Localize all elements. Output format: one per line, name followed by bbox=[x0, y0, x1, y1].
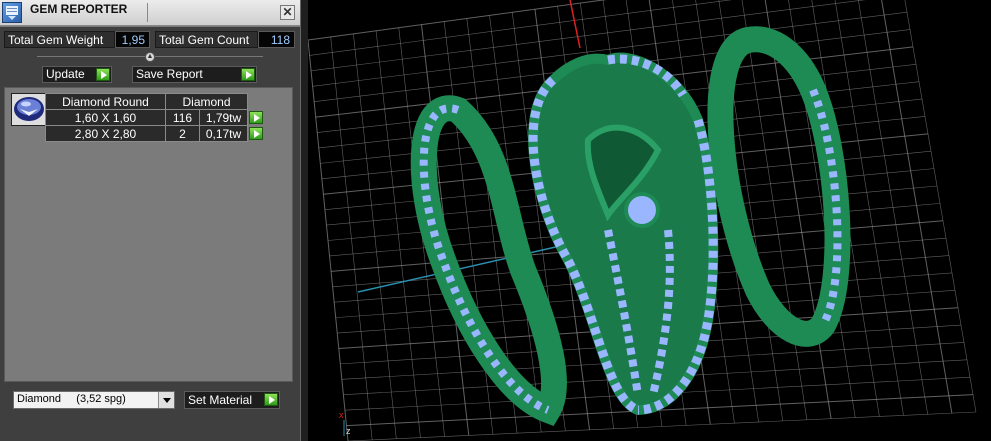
gem-count: 2 bbox=[165, 125, 200, 142]
gem-report-area: Diamond Round Diamond 1,60 X 1,60 116 1,… bbox=[4, 87, 293, 382]
title-separator bbox=[147, 3, 148, 22]
z-axis-label: z bbox=[346, 426, 351, 436]
set-material-button[interactable]: Set Material bbox=[184, 391, 280, 409]
viewport-canvas[interactable]: x z bbox=[308, 0, 991, 441]
update-button[interactable]: Update bbox=[42, 66, 112, 83]
gem-reporter-app-icon bbox=[2, 2, 22, 23]
x-axis-line bbox=[569, 0, 581, 49]
title-bar: GEM REPORTER ✕ bbox=[0, 0, 300, 26]
total-gem-weight-label: Total Gem Weight bbox=[4, 31, 115, 48]
gem-reporter-panel: GEM REPORTER ✕ Total Gem Weight 1,95 Tot… bbox=[0, 0, 300, 441]
select-row-arrow-icon[interactable] bbox=[249, 110, 263, 124]
gem-count: 116 bbox=[165, 109, 200, 126]
total-gem-count-value: 118 bbox=[258, 31, 295, 48]
gem-table: Diamond Round Diamond 1,60 X 1,60 116 1,… bbox=[45, 93, 265, 142]
gem-table-header: Diamond Round Diamond bbox=[45, 93, 265, 110]
play-arrow-icon bbox=[241, 68, 255, 81]
table-row: 1,60 X 1,60 116 1,79tw bbox=[45, 109, 265, 126]
gem-weight: 1,79tw bbox=[199, 109, 248, 126]
close-button[interactable]: ✕ bbox=[280, 5, 295, 20]
set-material-button-label: Set Material bbox=[188, 393, 253, 407]
update-button-label: Update bbox=[46, 67, 85, 81]
x-axis-label: x bbox=[339, 410, 344, 420]
grid-line bbox=[308, 0, 607, 41]
save-report-button-label: Save Report bbox=[136, 67, 203, 81]
collapse-up-icon[interactable]: ▲ bbox=[145, 52, 155, 62]
save-report-button[interactable]: Save Report bbox=[132, 66, 257, 83]
total-gem-count-label: Total Gem Count bbox=[155, 31, 258, 48]
play-arrow-icon bbox=[96, 68, 110, 81]
3d-viewport[interactable]: x z bbox=[308, 0, 991, 441]
material-dropdown-value: Diamond (3,52 spg) bbox=[17, 393, 126, 405]
material-header: Diamond bbox=[165, 93, 248, 110]
total-gem-weight-value: 1,95 bbox=[115, 31, 150, 48]
panel-splitter[interactable] bbox=[300, 0, 308, 441]
diamond-round-thumbnail[interactable] bbox=[11, 93, 47, 126]
gem-size: 1,60 X 1,60 bbox=[45, 109, 166, 126]
play-arrow-icon bbox=[264, 393, 278, 406]
shape-header: Diamond Round bbox=[45, 93, 166, 110]
chevron-down-icon[interactable] bbox=[158, 392, 174, 408]
select-row-arrow-icon[interactable] bbox=[249, 126, 263, 140]
ring-band-right bbox=[707, 26, 851, 347]
gem-size: 2,80 X 2,80 bbox=[45, 125, 166, 142]
table-row: 2,80 X 2,80 2 0,17tw bbox=[45, 125, 265, 142]
window-title: GEM REPORTER bbox=[30, 2, 128, 16]
gem-weight: 0,17tw bbox=[199, 125, 248, 142]
material-dropdown[interactable]: Diamond (3,52 spg) bbox=[13, 391, 175, 409]
